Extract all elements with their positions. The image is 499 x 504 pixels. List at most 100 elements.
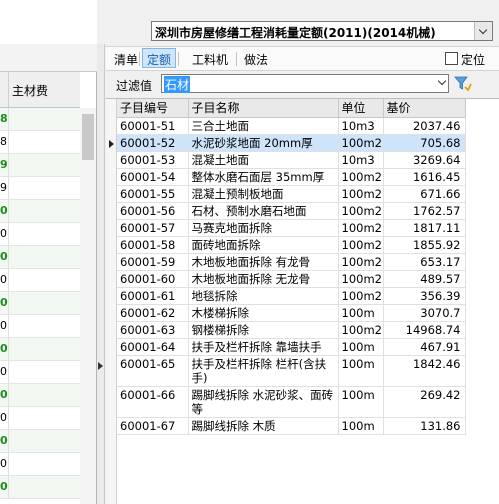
row-gridline <box>8 154 9 177</box>
tab-method[interactable]: 做法 <box>239 49 273 69</box>
cell-name: 踢脚线拆除 木质 <box>188 417 339 435</box>
cell-code: 60001-65 <box>117 355 189 387</box>
cell-unit: 100m2 <box>338 287 384 305</box>
left-cell-value: 0 <box>0 319 7 332</box>
left-table-row[interactable]: 8 <box>0 108 80 131</box>
left-cell-value: 0 <box>0 434 8 447</box>
table-row[interactable]: 60001-53 混凝土地面 10m3 3269.64 <box>117 151 466 169</box>
table-header-row: 子目编号 子目名称 单位 基价 <box>117 99 466 118</box>
table-row[interactable]: 60001-59 木地板地面拆除 有龙骨 100m2 653.17 <box>117 253 466 271</box>
left-table-row[interactable]: 9 <box>0 177 80 200</box>
panel-splitter[interactable] <box>97 44 105 504</box>
left-table-row[interactable]: 0 <box>0 292 80 315</box>
cell-price: 1855.92 <box>383 236 466 254</box>
table-row[interactable]: 60001-51 三合土地面 10m3 2037.46 <box>117 117 466 135</box>
chevron-down-icon[interactable] <box>437 76 447 86</box>
cell-name: 木地板地面拆除 有龙骨 <box>188 253 339 271</box>
table-row[interactable]: 60001-61 地毯拆除 100m2 356.39 <box>117 287 466 305</box>
row-gridline <box>8 407 9 430</box>
table-row[interactable]: 60001-58 面砖地面拆除 100m2 1855.92 <box>117 236 466 254</box>
cell-unit: 100m <box>338 386 384 418</box>
row-header-column <box>106 99 117 504</box>
cell-unit: 100m <box>338 355 384 387</box>
left-cell-value: 9 <box>0 181 7 194</box>
left-cell-value: 0 <box>0 480 8 493</box>
left-table-row[interactable]: 8 <box>0 131 80 154</box>
cell-unit: 100m2 <box>338 202 384 220</box>
cell-name: 混凝土地面 <box>188 151 339 169</box>
left-cell-value: 0 <box>0 296 8 309</box>
table-row[interactable]: 60001-64 扶手及栏杆拆除 靠墙扶手 100m 467.91 <box>117 338 466 356</box>
column-header-price[interactable]: 基价 <box>383 99 466 118</box>
column-header-code[interactable]: 子目编号 <box>117 99 189 118</box>
left-panel: 主材费 8 8 9 9 0 0 0 0 0 0 0 0 0 0 0 0 0 <box>0 0 97 504</box>
left-cell-value: 9 <box>0 158 8 171</box>
quota-table: 子目编号 子目名称 单位 基价 60001-51 三合土地面 10m3 2037.46… <box>106 98 499 504</box>
left-table-row[interactable]: 0 <box>0 430 80 453</box>
row-gridline <box>8 430 9 453</box>
locate-checkbox[interactable] <box>445 52 458 65</box>
filter-input[interactable]: 石材 <box>161 74 449 93</box>
table-row[interactable]: 60001-62 木楼梯拆除 100m 3070.7 <box>117 304 466 322</box>
scrollbar-thumb[interactable] <box>82 114 94 160</box>
table-row[interactable]: 60001-57 马赛克地面拆除 100m2 1817.11 <box>117 219 466 237</box>
table-row[interactable]: 60001-55 混凝土预制板地面 100m2 671.66 <box>117 185 466 203</box>
row-gridline <box>8 384 9 407</box>
table-row[interactable]: 60001-65 扶手及栏杆拆除 栏杆(含扶手) 100m 1842.46 <box>117 355 466 387</box>
cell-name: 木楼梯拆除 <box>188 304 339 322</box>
tab-divider <box>236 52 237 66</box>
cell-name: 混凝土预制板地面 <box>188 185 339 203</box>
table-row[interactable]: 60001-56 石材、预制水磨石地面 100m2 1762.57 <box>117 202 466 220</box>
row-gridline <box>8 269 9 292</box>
left-table-row[interactable]: 0 <box>0 361 80 384</box>
collapse-arrow-icon[interactable] <box>98 362 103 370</box>
cell-code: 60001-53 <box>117 151 189 169</box>
left-table-row[interactable]: 9 <box>0 154 80 177</box>
left-table-row[interactable]: 0 <box>0 384 80 407</box>
column-header-unit[interactable]: 单位 <box>338 99 384 118</box>
cell-price: 1616.45 <box>383 168 466 186</box>
filter-bar: 过滤值 石材 <box>106 72 499 96</box>
tab-list[interactable]: 清单 <box>109 49 143 69</box>
left-table-row[interactable]: 0 <box>0 246 80 269</box>
column-separator <box>8 72 9 108</box>
cell-name: 踢脚线拆除 水泥砂浆、面砖等 <box>188 386 339 418</box>
table-row[interactable]: 60001-52 水泥砂浆地面 20mm厚 100m2 705.68 <box>117 134 466 152</box>
app-root: 主材费 8 8 9 9 0 0 0 0 0 0 0 0 0 0 0 0 0 深圳市房屋修缮工程消耗量定额(201… <box>0 0 499 504</box>
left-table-row[interactable]: 0 <box>0 476 80 499</box>
column-header-name[interactable]: 子目名称 <box>188 99 339 118</box>
quota-toolbar: 清单 定额 工料机 做法 定位 <box>106 46 499 71</box>
table-row[interactable]: 60001-67 踢脚线拆除 木质 100m 131.86 <box>117 417 466 435</box>
cell-code: 60001-61 <box>117 287 189 305</box>
table-row[interactable]: 60001-54 整体水磨石面层 35mm厚 100m2 1616.45 <box>117 168 466 186</box>
left-table-row[interactable]: 0 <box>0 269 80 292</box>
table-row[interactable]: 60001-66 踢脚线拆除 水泥砂浆、面砖等 100m 269.42 <box>117 386 466 418</box>
cell-unit: 100m2 <box>338 270 384 288</box>
cell-price: 356.39 <box>383 287 466 305</box>
left-table-row[interactable]: 0 <box>0 453 80 476</box>
left-column-header[interactable]: 主材费 <box>0 72 80 108</box>
chevron-down-icon[interactable] <box>474 22 492 40</box>
left-table-row[interactable]: 0 <box>0 200 80 223</box>
cell-code: 60001-52 <box>117 134 189 152</box>
cell-price: 3269.64 <box>383 151 466 169</box>
left-cell-value: 0 <box>0 273 7 286</box>
filter-funnel-icon[interactable] <box>454 75 472 93</box>
left-table-row[interactable]: 0 <box>0 407 80 430</box>
filter-value: 石材 <box>164 76 191 93</box>
quota-library-select[interactable]: 深圳市房屋修缮工程消耗量定额(2011)(2014机械) <box>151 21 493 41</box>
table-row[interactable]: 60001-60 木地板地面拆除 无龙骨 100m2 489.57 <box>117 270 466 288</box>
cell-unit: 100m <box>338 304 384 322</box>
table-row[interactable]: 60001-63 钢楼梯拆除 100m2 14968.74 <box>117 321 466 339</box>
left-table-row[interactable]: 0 <box>0 315 80 338</box>
left-table-row[interactable]: 0 <box>0 223 80 246</box>
left-vertical-scrollbar[interactable] <box>80 108 96 504</box>
left-table-row[interactable]: 0 <box>0 338 80 361</box>
cell-price: 489.57 <box>383 270 466 288</box>
cell-name: 马赛克地面拆除 <box>188 219 339 237</box>
tab-quota[interactable]: 定额 <box>142 48 177 68</box>
left-cell-value: 0 <box>0 227 7 240</box>
tab-labor-material-machine[interactable]: 工料机 <box>187 49 233 69</box>
cell-code: 60001-56 <box>117 202 189 220</box>
cell-name: 扶手及栏杆拆除 栏杆(含扶手) <box>188 355 339 387</box>
